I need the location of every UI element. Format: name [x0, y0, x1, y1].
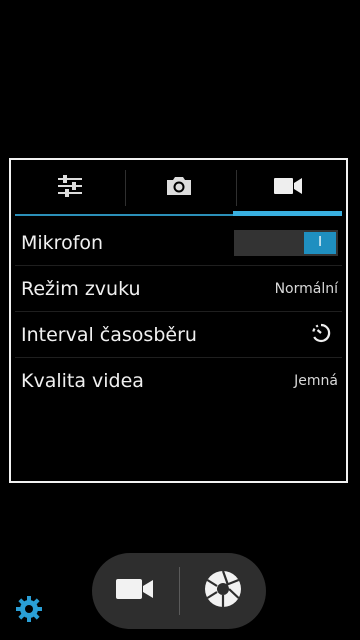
timer-icon [310, 322, 332, 348]
tab-divider [125, 170, 126, 206]
tab-divider [236, 170, 237, 206]
sliders-icon [57, 174, 83, 202]
shutter-button[interactable] [180, 553, 267, 629]
video-quality-value: Jemná [294, 372, 338, 389]
setting-microphone[interactable]: Mikrofon I [15, 220, 342, 266]
mode-switch-button[interactable] [92, 553, 179, 629]
capture-controls [92, 553, 266, 629]
tab-general-settings[interactable] [15, 160, 124, 216]
setting-timelapse[interactable]: Interval časosběru [15, 312, 342, 358]
settings-list: Mikrofon I Režim zvuku Normální Interval… [15, 220, 342, 403]
microphone-label: Mikrofon [21, 231, 104, 254]
setting-sound-mode[interactable]: Režim zvuku Normální [15, 266, 342, 312]
timelapse-label: Interval časosběru [21, 323, 197, 346]
sound-mode-value: Normální [274, 280, 338, 297]
tab-photo-settings[interactable] [124, 160, 233, 216]
video-quality-label: Kvalita videa [21, 369, 144, 392]
camera-settings-panel: Mikrofon I Režim zvuku Normální Interval… [9, 158, 348, 483]
settings-button[interactable] [14, 596, 44, 626]
toggle-knob: I [304, 231, 336, 254]
microphone-toggle[interactable]: I [234, 229, 338, 256]
aperture-icon [203, 569, 243, 613]
camera-icon [165, 175, 193, 201]
video-camera-icon [115, 576, 155, 606]
video-camera-icon [273, 176, 303, 200]
setting-video-quality[interactable]: Kvalita videa Jemná [15, 358, 342, 403]
sound-mode-label: Režim zvuku [21, 277, 141, 300]
tab-video-settings[interactable] [233, 160, 342, 216]
settings-tabs [15, 160, 342, 216]
gear-icon [15, 595, 43, 627]
